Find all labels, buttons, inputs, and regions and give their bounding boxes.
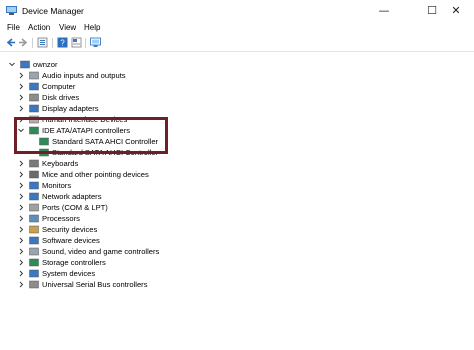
security-device-icon	[29, 225, 39, 234]
tree-item-category[interactable]: Network adapters	[17, 191, 317, 202]
sound-icon	[29, 247, 39, 256]
device-manager-window: Device Manager — ☐ ✕ File Action View He…	[0, 0, 474, 349]
tree-item-label: Keyboards	[42, 159, 79, 168]
mouse-icon	[29, 170, 39, 179]
chevron-right-icon[interactable]	[17, 169, 25, 180]
back-icon[interactable]	[5, 37, 16, 48]
help-icon[interactable]: ?	[57, 37, 68, 48]
menu-view[interactable]: View	[59, 23, 76, 32]
scan-icon[interactable]	[90, 37, 101, 48]
chevron-right-icon[interactable]	[17, 268, 25, 279]
chevron-right-icon[interactable]	[17, 246, 25, 257]
toolbar-separator	[32, 38, 33, 48]
toolbar-separator	[52, 38, 53, 48]
chevron-right-icon[interactable]	[17, 191, 25, 202]
tree-item-category[interactable]: Ports (COM & LPT)	[17, 202, 317, 213]
software-device-icon	[29, 236, 39, 245]
properties-sheet-icon[interactable]	[71, 37, 82, 48]
close-button[interactable]: ✕	[438, 0, 474, 22]
tree-item-label: Universal Serial Bus controllers	[42, 280, 148, 289]
tree-item-category[interactable]: Keyboards	[17, 158, 317, 169]
forward-icon[interactable]	[18, 37, 29, 48]
device-manager-icon	[6, 6, 17, 15]
tree-item-category[interactable]: Audio inputs and outputs	[17, 70, 317, 81]
monitor-icon	[29, 181, 39, 190]
title-bar: Device Manager — ☐ ✕	[0, 0, 474, 22]
usb-controller-icon	[29, 280, 39, 289]
tree-item-label: Audio inputs and outputs	[42, 71, 126, 80]
tree-item-category[interactable]: Display adapters	[17, 103, 317, 114]
storage-controller-icon	[29, 258, 39, 267]
menu-help[interactable]: Help	[84, 23, 100, 32]
tree-item-category[interactable]: Processors	[17, 213, 317, 224]
tree-item-category[interactable]: Computer	[17, 81, 317, 92]
chevron-right-icon[interactable]	[17, 257, 25, 268]
tree-item-label: Disk drives	[42, 93, 80, 102]
keyboard-icon	[29, 159, 39, 168]
toolbar: ?	[0, 36, 474, 51]
tree-root[interactable]: ownzor	[8, 59, 308, 70]
tree-item-category[interactable]: Universal Serial Bus controllers	[17, 279, 317, 290]
computer-icon	[20, 60, 30, 69]
tree-item-category[interactable]: Software devices	[17, 235, 317, 246]
tree-item-label: Security devices	[42, 225, 98, 234]
menu-file[interactable]: File	[7, 23, 20, 32]
chevron-right-icon[interactable]	[17, 224, 25, 235]
tree-item-label: Display adapters	[42, 104, 99, 113]
highlight-annotation	[14, 117, 168, 154]
chevron-down-icon[interactable]	[8, 59, 16, 70]
chevron-right-icon[interactable]	[17, 158, 25, 169]
chevron-right-icon[interactable]	[17, 81, 25, 92]
chevron-right-icon[interactable]	[17, 202, 25, 213]
network-adapter-icon	[29, 192, 39, 201]
tree-item-label: Network adapters	[42, 192, 102, 201]
tree-item-label: ownzor	[33, 60, 58, 69]
toolbar-separator	[85, 38, 86, 48]
svg-text:?: ?	[60, 39, 65, 48]
tree-item-category[interactable]: Security devices	[17, 224, 317, 235]
tree-item-label: Software devices	[42, 236, 100, 245]
tree-item-label: Ports (COM & LPT)	[42, 203, 108, 212]
chevron-right-icon[interactable]	[17, 92, 25, 103]
tree-item-label: Computer	[42, 82, 76, 91]
properties-icon[interactable]	[37, 37, 48, 48]
port-icon	[29, 203, 39, 212]
speaker-icon	[29, 71, 39, 80]
menu-action[interactable]: Action	[28, 23, 50, 32]
computer-icon	[29, 82, 39, 91]
tree-item-label: Storage controllers	[42, 258, 106, 267]
chevron-right-icon[interactable]	[17, 235, 25, 246]
chevron-right-icon[interactable]	[17, 70, 25, 81]
chevron-right-icon[interactable]	[17, 180, 25, 191]
tree-item-category[interactable]: Sound, video and game controllers	[17, 246, 317, 257]
chevron-right-icon[interactable]	[17, 103, 25, 114]
tree-item-label: Processors	[42, 214, 80, 223]
tree-item-label: System devices	[42, 269, 96, 278]
menu-bar: File Action View Help	[0, 22, 474, 36]
window-title: Device Manager	[22, 6, 84, 16]
tree-item-label: Sound, video and game controllers	[42, 247, 160, 256]
chevron-right-icon[interactable]	[17, 279, 25, 290]
tree-item-label: Mice and other pointing devices	[42, 170, 149, 179]
display-adapter-icon	[29, 104, 39, 113]
system-device-icon	[29, 269, 39, 278]
disk-drive-icon	[29, 93, 39, 102]
tree-item-category[interactable]: Storage controllers	[17, 257, 317, 268]
minimize-button[interactable]: —	[366, 0, 402, 22]
tree-item-category[interactable]: Monitors	[17, 180, 317, 191]
tree-item-label: Monitors	[42, 181, 72, 190]
tree-item-category[interactable]: System devices	[17, 268, 317, 279]
chevron-right-icon[interactable]	[17, 213, 25, 224]
processor-icon	[29, 214, 39, 223]
tree-item-category[interactable]: Mice and other pointing devices	[17, 169, 317, 180]
tree-item-category[interactable]: Disk drives	[17, 92, 317, 103]
